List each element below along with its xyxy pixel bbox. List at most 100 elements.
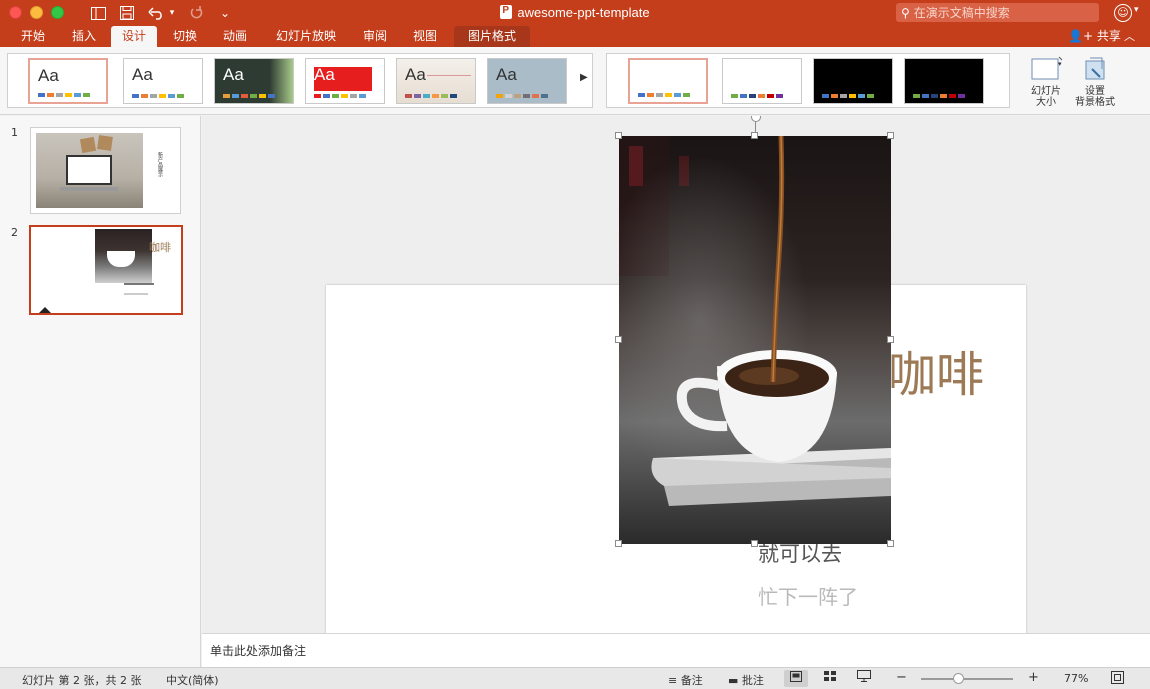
notes-toggle-button[interactable]: ≡ 备注 bbox=[668, 672, 703, 688]
thumbnail-text-line bbox=[124, 283, 154, 285]
variant-color-swatches bbox=[638, 93, 692, 97]
slide-sorter-view-button[interactable] bbox=[818, 670, 842, 687]
notes-pane[interactable]: 单击此处添加备注 bbox=[202, 633, 1150, 667]
slide-sorter-icon bbox=[824, 671, 836, 681]
theme-color-swatches bbox=[314, 94, 368, 98]
thumbnail-decoration bbox=[79, 136, 97, 154]
theme-option-2[interactable]: Aa bbox=[123, 58, 203, 104]
search-icon: ⚲ bbox=[901, 5, 910, 20]
search-field[interactable]: ⚲ 在演示文稿中搜索 bbox=[896, 3, 1099, 22]
fit-to-window-button[interactable] bbox=[1111, 671, 1124, 687]
resize-handle-top-right[interactable] bbox=[887, 132, 894, 139]
rotation-handle[interactable] bbox=[751, 116, 761, 122]
tab-picture-format[interactable]: 图片格式 bbox=[454, 26, 530, 47]
resize-handle-right[interactable] bbox=[887, 336, 894, 343]
thumbnail-1-caption: 新产品展示 bbox=[157, 152, 163, 177]
tab-animations[interactable]: 动画 bbox=[212, 26, 258, 47]
language-indicator[interactable]: 中文(简体) bbox=[166, 672, 219, 688]
slide-size-button[interactable]: ▾ 幻灯片 大小 bbox=[1026, 55, 1066, 108]
thumbnail-decoration bbox=[97, 135, 113, 151]
theme-option-1[interactable]: Aa bbox=[28, 58, 108, 104]
theme-label: Aa bbox=[223, 65, 244, 84]
resize-handle-bottom-left[interactable] bbox=[615, 540, 622, 547]
theme-label: Aa bbox=[496, 65, 517, 84]
resize-handle-top[interactable] bbox=[751, 132, 758, 139]
variant-option-2[interactable] bbox=[722, 58, 802, 104]
comments-toggle-button[interactable]: ▬ 批注 bbox=[728, 672, 764, 688]
slide-position-text: 幻灯片 第 2 张，共 2 张 bbox=[22, 674, 142, 687]
slide-size-icon: ▾ bbox=[1031, 56, 1063, 80]
thumbnail-cup bbox=[107, 251, 135, 267]
variants-gallery bbox=[606, 53, 1010, 108]
slide-editing-area: 咖啡 就可以去 忙下一阵了 bbox=[202, 116, 1150, 633]
normal-view-button[interactable] bbox=[784, 670, 808, 687]
tab-home[interactable]: 开始 bbox=[10, 26, 56, 47]
tab-slide-show[interactable]: 幻灯片放映 bbox=[266, 26, 346, 47]
resize-handle-top-left[interactable] bbox=[615, 132, 622, 139]
slide-thumbnail-1[interactable]: 新产品展示 bbox=[30, 127, 181, 214]
resize-handle-bottom-right[interactable] bbox=[887, 540, 894, 547]
zoom-slider-track[interactable] bbox=[921, 678, 1013, 680]
zoom-in-button[interactable]: + bbox=[1028, 670, 1039, 685]
variant-option-3[interactable] bbox=[813, 58, 893, 104]
format-background-icon bbox=[1085, 57, 1105, 80]
resize-handle-left[interactable] bbox=[615, 336, 622, 343]
variant-option-1[interactable] bbox=[628, 58, 708, 104]
variant-color-swatches bbox=[822, 94, 876, 98]
tab-view[interactable]: 视图 bbox=[402, 26, 448, 47]
theme-accent-line bbox=[427, 75, 471, 76]
thumbnail-coffee-photo bbox=[95, 229, 152, 283]
feedback-dropdown-icon[interactable]: ▾ bbox=[1134, 5, 1139, 15]
transition-indicator-icon bbox=[39, 307, 51, 313]
reading-view-icon bbox=[857, 670, 871, 682]
share-label: 共享 bbox=[1096, 29, 1121, 43]
theme-color-swatches bbox=[405, 94, 459, 98]
themes-gallery: Aa Aa Aa Aa Aa Aa ▶ bbox=[7, 53, 593, 108]
slide-size-label-1: 幻灯片 bbox=[1031, 86, 1061, 97]
thumbnail-2-title: 咖啡 bbox=[149, 241, 171, 254]
slide-size-label-2: 大小 bbox=[1036, 97, 1056, 108]
slide-thumbnails-panel: 1 新产品展示 2 咖啡 bbox=[0, 116, 201, 668]
slide-number-2: 2 bbox=[11, 226, 18, 239]
tab-design[interactable]: 设计 bbox=[111, 26, 157, 47]
slide-subtitle-line-2[interactable]: 忙下一阵了 bbox=[758, 581, 858, 610]
format-background-button[interactable]: 设置 背景格式 bbox=[1072, 55, 1118, 108]
variant-option-4[interactable] bbox=[904, 58, 984, 104]
tab-insert[interactable]: 插入 bbox=[61, 26, 107, 47]
resize-handle-bottom[interactable] bbox=[751, 540, 758, 547]
more-themes-arrow-icon[interactable]: ▶ bbox=[580, 72, 588, 83]
status-bar: 幻灯片 第 2 张，共 2 张 中文(简体) ≡ 备注 ▬ 批注 − + 77% bbox=[0, 667, 1150, 689]
theme-option-4[interactable]: Aa bbox=[305, 58, 385, 104]
variant-color-swatches bbox=[913, 94, 967, 98]
tab-transitions[interactable]: 切换 bbox=[162, 26, 208, 47]
title-bar: ▾ ⌄ awesome-ppt-template ⚲ 在演示文稿中搜索 ☺ ▾ bbox=[0, 0, 1150, 26]
notes-icon: ≡ bbox=[668, 674, 678, 687]
ribbon-tab-bar: 开始 插入 设计 切换 动画 幻灯片放映 审阅 视图 图片格式 👤+ 共享 ︿ bbox=[0, 26, 1150, 47]
theme-option-3[interactable]: Aa bbox=[214, 58, 294, 104]
pptx-file-icon bbox=[500, 5, 513, 19]
format-background-label-2: 背景格式 bbox=[1075, 97, 1115, 108]
theme-color-swatches bbox=[496, 94, 550, 98]
theme-color-swatches bbox=[223, 94, 277, 98]
fit-to-window-icon bbox=[1111, 671, 1124, 684]
tab-review[interactable]: 审阅 bbox=[352, 26, 398, 47]
zoom-slider-handle[interactable] bbox=[953, 673, 964, 684]
collapse-ribbon-icon[interactable]: ︿ bbox=[1124, 26, 1135, 47]
feedback-smiley-icon[interactable]: ☺ bbox=[1114, 4, 1132, 22]
theme-label: Aa bbox=[314, 65, 335, 84]
search-placeholder: 在演示文稿中搜索 bbox=[913, 6, 1010, 20]
powerpoint-window: ▾ ⌄ awesome-ppt-template ⚲ 在演示文稿中搜索 ☺ ▾ … bbox=[0, 0, 1150, 689]
variant-color-swatches bbox=[731, 94, 785, 98]
theme-option-5[interactable]: Aa bbox=[396, 58, 476, 104]
theme-label: Aa bbox=[38, 66, 59, 85]
slide-title[interactable]: 咖啡 bbox=[888, 335, 984, 405]
document-title-text: awesome-ppt-template bbox=[517, 5, 650, 20]
selected-coffee-picture[interactable] bbox=[615, 116, 894, 547]
zoom-level-text[interactable]: 77% bbox=[1064, 672, 1088, 685]
theme-label: Aa bbox=[405, 65, 426, 84]
zoom-out-button[interactable]: − bbox=[896, 670, 907, 685]
share-button[interactable]: 👤+ 共享 bbox=[1068, 26, 1121, 47]
theme-option-6[interactable]: Aa bbox=[487, 58, 567, 104]
slide-thumbnail-2[interactable]: 咖啡 bbox=[29, 225, 183, 315]
reading-view-button[interactable] bbox=[852, 670, 876, 687]
